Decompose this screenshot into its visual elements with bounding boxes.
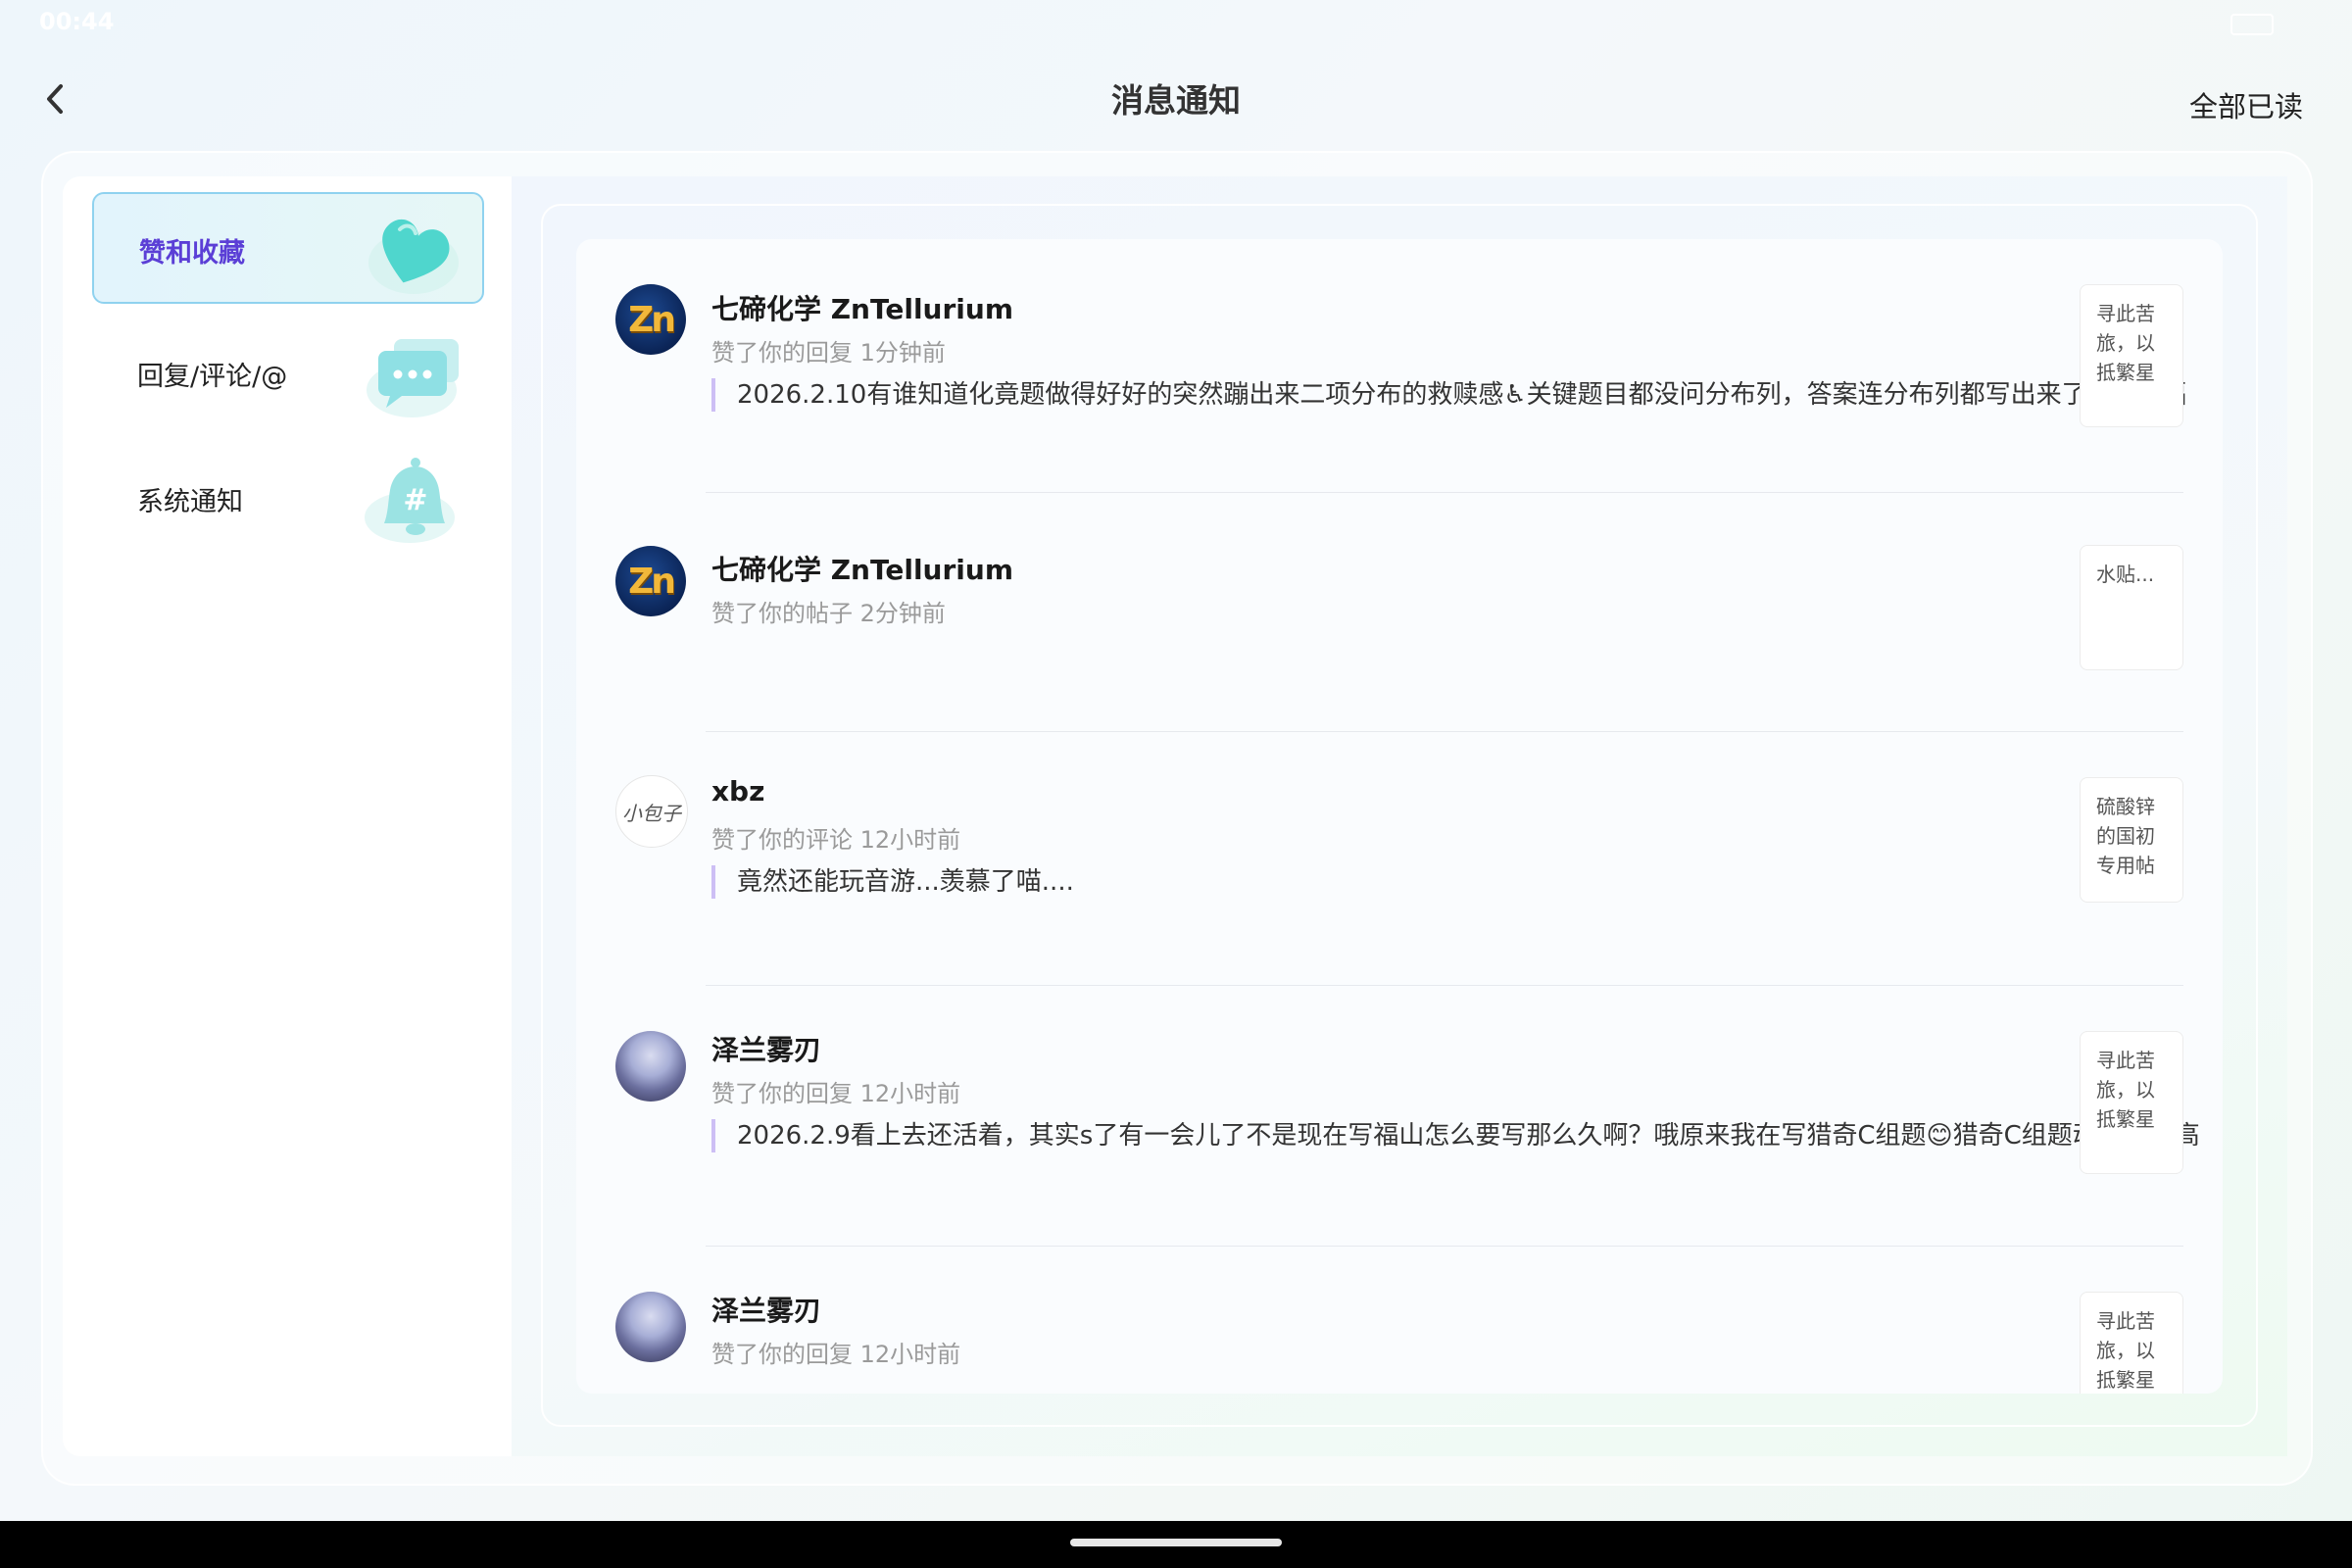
- top-bar: 消息通知 全部已读: [0, 49, 2352, 147]
- list-item[interactable]: 泽兰雾刃 赞了你的回复 12小时前 2026.2.9看上去还活着，其实s了有一会…: [576, 986, 2223, 1246]
- action-text: 赞了你的帖子: [711, 600, 853, 627]
- sidebar: 赞和收藏 回复/评论/@ 系统通知 #: [63, 176, 512, 1456]
- sidebar-item-likes[interactable]: 赞和收藏: [92, 192, 484, 304]
- user-name[interactable]: 七碲化学 ZnTellurium: [711, 549, 1013, 588]
- quoted-content: 竟然还能玩音游...羡慕了喵....: [711, 865, 2223, 899]
- list-item[interactable]: Zn 七碲化学 ZnTellurium 赞了你的回复 1分钟前 2026.2.1…: [576, 239, 2223, 492]
- sidebar-item-replies[interactable]: 回复/评论/@: [92, 318, 480, 425]
- post-thumbnail[interactable]: 水贴...: [2080, 545, 2183, 670]
- post-thumbnail[interactable]: 寻此苦旅，以抵繁星: [2080, 1292, 2183, 1394]
- bell-icon: #: [365, 458, 455, 543]
- post-thumbnail[interactable]: 寻此苦旅，以抵繁星: [2080, 1031, 2183, 1174]
- list-item[interactable]: 小包子 xbz 赞了你的评论 12小时前 竟然还能玩音游...羡慕了喵.... …: [576, 732, 2223, 985]
- avatar[interactable]: Zn: [615, 546, 686, 616]
- time-text: 1分钟前: [859, 339, 946, 367]
- sidebar-item-system[interactable]: 系统通知 #: [92, 443, 480, 551]
- user-name[interactable]: 七碲化学 ZnTellurium: [711, 288, 1013, 327]
- notification-meta: 赞了你的回复 12小时前: [711, 1335, 960, 1369]
- page-title: 消息通知: [1111, 81, 1241, 120]
- action-text: 赞了你的回复: [711, 1341, 853, 1368]
- notification-meta: 赞了你的回复 1分钟前: [711, 333, 946, 368]
- avatar[interactable]: Zn: [615, 284, 686, 355]
- list-item[interactable]: Zn 七碲化学 ZnTellurium 赞了你的帖子 2分钟前 水贴...: [576, 493, 2223, 731]
- notification-meta: 赞了你的评论 12小时前: [711, 820, 960, 855]
- status-bar: 00:44: [0, 0, 2352, 49]
- avatar[interactable]: [615, 1292, 686, 1362]
- navigation-bar: [0, 1521, 2352, 1568]
- avatar-text: Zn: [628, 561, 676, 602]
- avatar-text: Zn: [628, 299, 676, 340]
- post-thumbnail[interactable]: 硫酸锌的国初专用帖: [2080, 777, 2183, 903]
- time-text: 12小时前: [859, 1341, 961, 1368]
- heart-icon: [368, 219, 459, 294]
- sidebar-item-label: 赞和收藏: [139, 238, 245, 269]
- chat-bubble-icon: [367, 339, 459, 417]
- user-name[interactable]: 泽兰雾刃: [711, 1029, 821, 1068]
- quoted-content: 2026.2.9看上去还活着，其实s了有一会儿了不是现在写福山怎么要写那么久啊？…: [711, 1119, 2223, 1152]
- action-text: 赞了你的回复: [711, 339, 853, 367]
- sidebar-item-label: 回复/评论/@: [137, 362, 288, 392]
- notification-meta: 赞了你的回复 12小时前: [711, 1074, 960, 1108]
- home-indicator[interactable]: [1070, 1539, 1282, 1546]
- avatar-text: 小包子: [622, 801, 681, 825]
- user-name[interactable]: xbz: [711, 775, 764, 808]
- quoted-content: 2026.2.10有谁知道化竟题做得好好的突然蹦出来二项分布的救赎感♿关键题目都…: [711, 378, 2223, 412]
- sidebar-item-label: 系统通知: [137, 487, 243, 517]
- svg-text:#: #: [403, 483, 427, 517]
- list-item[interactable]: 泽兰雾刃 赞了你的回复 12小时前 寻此苦旅，以抵繁星: [576, 1247, 2223, 1394]
- user-name[interactable]: 泽兰雾刃: [711, 1290, 821, 1329]
- mark-all-read-button[interactable]: 全部已读: [2189, 84, 2303, 125]
- notification-meta: 赞了你的帖子 2分钟前: [711, 594, 946, 628]
- avatar[interactable]: [615, 1031, 686, 1102]
- status-time: 00:44: [39, 8, 115, 35]
- time-text: 2分钟前: [859, 600, 946, 627]
- notification-list[interactable]: Zn 七碲化学 ZnTellurium 赞了你的回复 1分钟前 2026.2.1…: [576, 239, 2223, 1394]
- time-text: 12小时前: [859, 1080, 961, 1107]
- battery-icon: [2230, 14, 2274, 35]
- post-thumbnail[interactable]: 寻此苦旅，以抵繁星: [2080, 284, 2183, 427]
- time-text: 12小时前: [859, 826, 961, 854]
- notification-area: Zn 七碲化学 ZnTellurium 赞了你的回复 1分钟前 2026.2.1…: [512, 176, 2287, 1456]
- avatar[interactable]: 小包子: [615, 775, 688, 848]
- action-text: 赞了你的回复: [711, 1080, 853, 1107]
- action-text: 赞了你的评论: [711, 826, 853, 854]
